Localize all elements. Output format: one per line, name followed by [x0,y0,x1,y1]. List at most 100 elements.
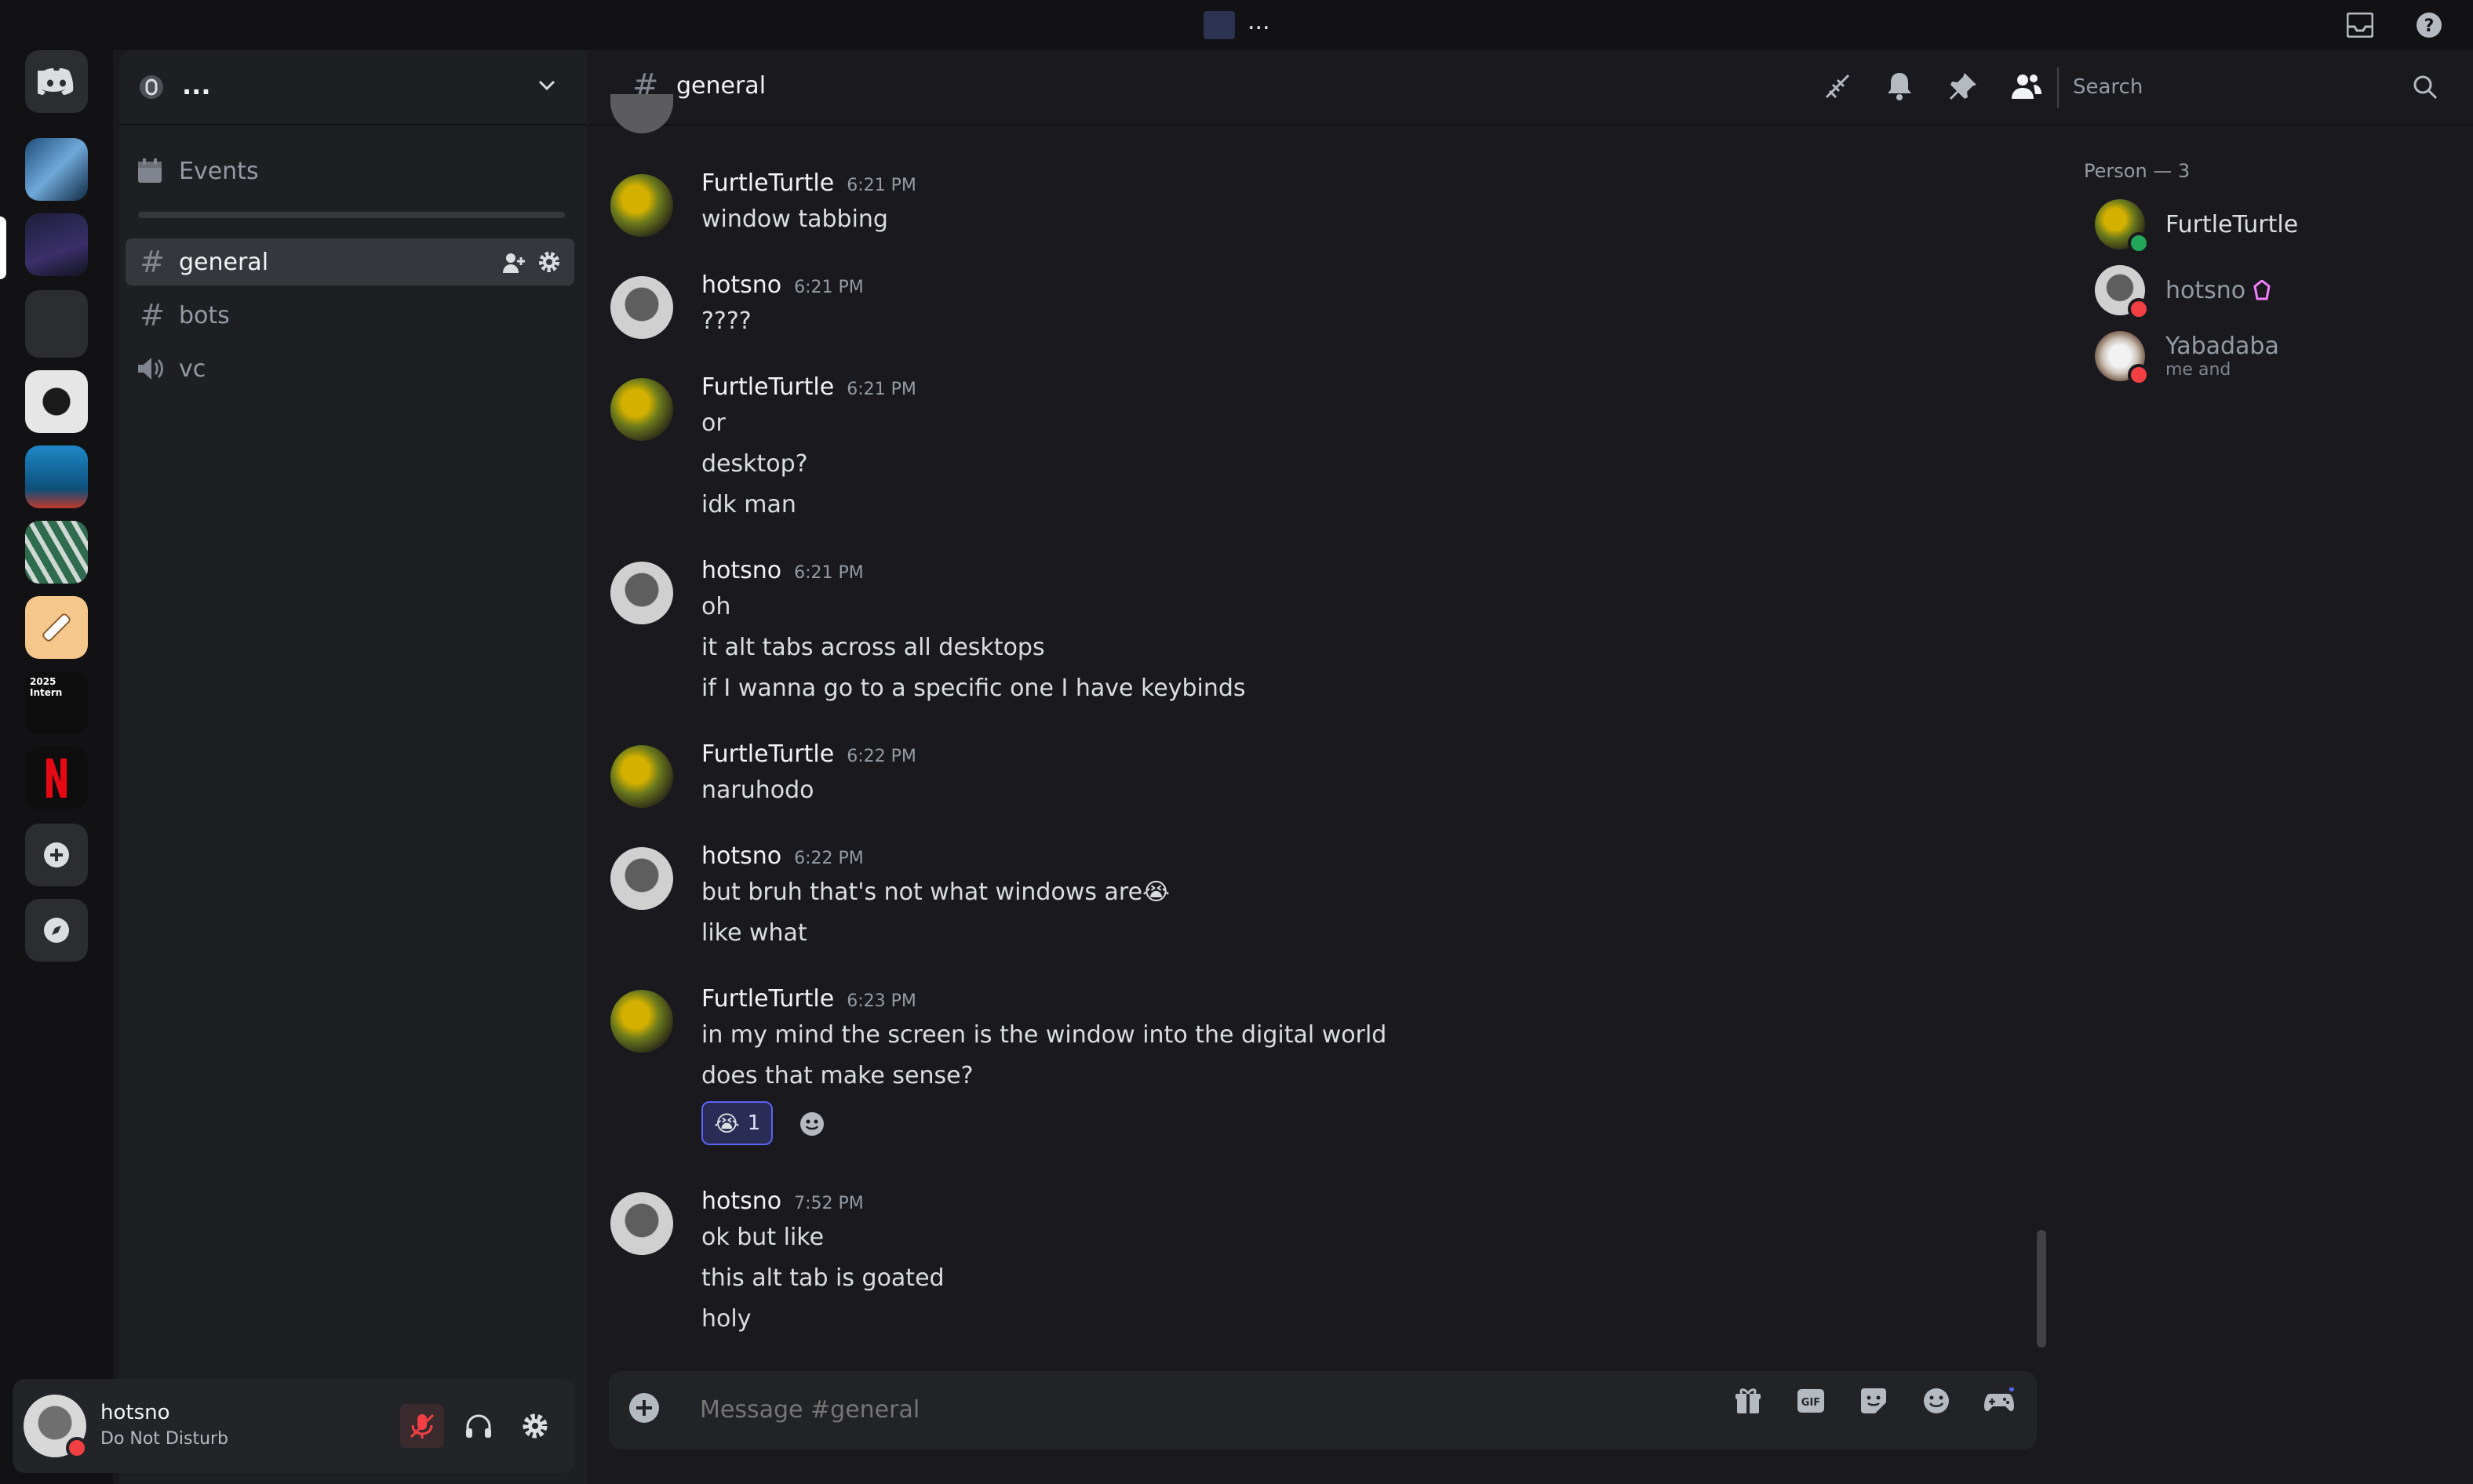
server-icon-1[interactable] [25,138,88,201]
message-input[interactable] [698,1387,1721,1432]
author-name[interactable]: FurtleTurtle [701,373,834,401]
chat-header: # general Search [590,50,2473,125]
author-name[interactable]: FurtleTurtle [701,169,834,197]
reaction-chip[interactable]: 😭 1 [701,1101,774,1145]
window-title: ... [1247,8,1270,35]
member-item[interactable]: hotsno [2095,265,2271,320]
server-icon-4[interactable] [25,446,88,508]
dnd-status-dot [2128,364,2150,386]
avatar[interactable] [24,1395,88,1459]
message-text: or [701,409,726,437]
channel-general[interactable]: # general [126,238,574,286]
svg-text:?: ? [2424,16,2435,36]
user-settings-button[interactable] [513,1404,557,1448]
channel-label: bots [179,301,230,329]
chevron-down-icon[interactable] [535,74,559,97]
avatar[interactable] [610,990,673,1053]
channel-bots[interactable]: # bots [126,292,574,339]
bell-icon[interactable] [1885,71,1914,102]
svg-text:GIF: GIF [1801,1397,1820,1409]
server-icon-netflix[interactable] [25,747,88,809]
timestamp: 6:22 PM [847,747,916,766]
server-icon-intern[interactable]: 2025 Intern [25,671,88,734]
sticker-icon[interactable] [1855,1382,1892,1420]
author-name[interactable]: hotsno [701,1188,781,1215]
activity-icon[interactable] [1980,1382,2018,1420]
add-reaction-icon[interactable] [799,1111,825,1137]
member-name: hotsno [2165,276,2246,304]
server-icon-5[interactable] [25,521,88,584]
create-invite-icon[interactable] [502,251,526,275]
title-bar: ... ? [0,0,2473,50]
members-icon[interactable] [2010,71,2043,102]
member-group-header: Person — 3 [2084,160,2191,182]
message-text: like what [701,919,807,947]
emoji-icon[interactable] [1918,1382,1955,1420]
member-name: Yabadaba [2165,333,2279,360]
add-server-icon[interactable] [25,824,88,886]
avatar[interactable] [610,562,673,624]
add-attachment-icon[interactable] [628,1391,661,1424]
avatar[interactable] [610,174,673,237]
message-text: in my mind the screen is the window into… [701,1021,1387,1049]
author-name[interactable]: hotsno [701,271,781,299]
server-icon-3[interactable] [25,370,88,433]
gif-icon[interactable]: GIF [1792,1382,1830,1420]
inbox-icon[interactable] [2343,8,2377,42]
server-folder[interactable] [25,290,88,358]
pin-icon[interactable] [1947,71,1979,102]
server-rail: 2025 Intern [0,50,113,1484]
avatar[interactable] [610,847,673,910]
avatar[interactable] [610,1192,673,1255]
timestamp: 6:21 PM [847,176,916,195]
message-text-content: but bruh that's not what windows are [701,878,1143,906]
message-text: does that make sense? [701,1062,974,1089]
message-text: it alt tabs across all desktops [701,634,1045,661]
avatar[interactable] [610,276,673,339]
dnd-status-dot [2128,298,2150,320]
gift-icon[interactable] [1729,1382,1767,1420]
reaction-count: 1 [747,1111,761,1135]
avatar[interactable] [610,745,673,808]
events-item[interactable]: Events [126,147,574,195]
member-item[interactable]: Yabadaba me and [2095,331,2279,386]
avatar [2095,199,2150,254]
threads-icon[interactable] [1822,71,1853,102]
timestamp: 6:21 PM [794,563,864,583]
timestamp: 7:52 PM [794,1194,864,1213]
header-divider [2057,67,2059,108]
author-name[interactable]: FurtleTurtle [701,740,834,768]
author-name[interactable]: FurtleTurtle [701,985,834,1013]
scrollbar-thumb[interactable] [2037,1230,2046,1348]
member-item[interactable]: FurtleTurtle [2095,199,2299,254]
timestamp: 6:23 PM [847,991,916,1011]
message-text: if I wanna go to a specific one I have k… [701,675,1246,702]
server-icon-6[interactable] [25,596,88,659]
member-name: FurtleTurtle [2165,210,2299,238]
message-text: oh [701,593,731,620]
help-icon[interactable]: ? [2412,8,2446,42]
nitro-badge-icon [2253,280,2271,300]
channel-settings-gear-icon[interactable] [537,249,562,275]
search-icon[interactable] [2412,74,2438,100]
headphones-icon [466,1414,491,1438]
timestamp: 6:21 PM [847,380,916,399]
dnd-status-dot [66,1437,88,1459]
server-header[interactable]: ... [119,50,587,125]
mute-mic-button[interactable] [400,1404,444,1448]
author-name[interactable]: hotsno [701,842,781,870]
author-name[interactable]: hotsno [701,557,781,584]
member-activity: me and [2165,360,2231,380]
search-input[interactable]: Search [2067,61,2451,115]
message-text: ok but like [701,1224,825,1251]
discover-icon[interactable] [25,899,88,962]
headphones-button[interactable] [457,1404,501,1448]
message-text: this alt tab is goated [701,1264,945,1292]
discord-home-icon[interactable] [25,50,88,113]
avatar [2095,265,2150,320]
text-channel-icon: # [140,298,165,333]
avatar[interactable] [610,378,673,441]
server-icon-2[interactable] [25,213,88,276]
channel-vc[interactable]: vc [126,345,574,392]
speaker-icon [137,355,168,382]
